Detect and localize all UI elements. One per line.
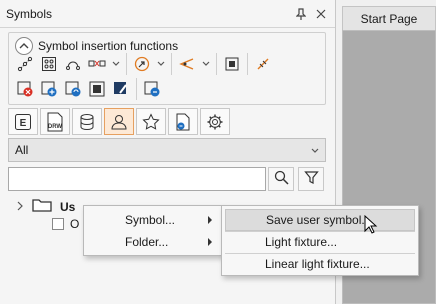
symbol-submenu: Save user symbol... Light fixture... Lin… [221,205,419,276]
pin-icon[interactable] [293,6,309,22]
tree-node-user[interactable]: Us [16,198,75,215]
tab-e[interactable]: E [8,108,38,135]
svg-text:E: E [20,118,27,129]
filter-funnel-icon [303,170,319,188]
add-symbol-icon[interactable] [38,78,60,100]
chevron-right-icon[interactable] [16,200,24,214]
angle-flag-icon[interactable] [176,53,198,75]
link-symbol-icon[interactable] [141,78,163,100]
chevron-down-icon[interactable] [200,53,212,75]
menu-item-label: Symbol... [125,213,176,227]
start-page-tab-label: Start Page [360,11,418,26]
insertion-toolbar-row-2 [14,78,163,100]
filter-button[interactable] [298,167,324,191]
connect-points-icon[interactable] [14,53,36,75]
menu-item-label: Save user symbol... [266,213,372,227]
panel-title: Symbols [6,6,53,21]
panel-titlebar: Symbols [0,0,335,28]
delete-symbol-icon[interactable] [14,78,36,100]
grid-points-icon[interactable] [38,53,60,75]
search-icon [274,170,289,188]
tab-user[interactable] [104,108,134,135]
svg-text:DRW: DRW [48,124,63,130]
arc-points-icon[interactable] [62,53,84,75]
submenu-arrow-icon [207,235,213,249]
measure-tool-icon[interactable] [252,53,274,75]
menu-item-label: Folder... [125,235,169,249]
menu-item-save-user-symbol[interactable]: Save user symbol... [225,209,415,231]
close-icon[interactable] [313,6,329,22]
symbol-category-tabs: E DRW [8,108,230,135]
menu-item-symbol[interactable]: Symbol... [87,209,219,231]
menu-item-label: Light fixture... [265,235,338,249]
tab-settings[interactable] [200,108,230,135]
symbol-search-input[interactable] [8,167,266,191]
tab-database[interactable] [72,108,102,135]
group-symbol-icon[interactable] [86,78,108,100]
insertion-toolbar-row-1 [14,53,274,75]
tree-node-label: Us [60,199,76,214]
mouse-cursor-icon [364,214,378,238]
replace-symbol-icon[interactable] [62,78,84,100]
search-button[interactable] [268,167,294,191]
edit-symbol-icon[interactable] [110,78,132,100]
chevron-down-icon[interactable] [155,53,167,75]
menu-item-linear-light-fixture[interactable]: Linear light fixture... [225,253,415,275]
tab-start-page[interactable]: Start Page [342,6,436,30]
tree-child-checkbox[interactable] [52,218,64,230]
symbol-frame-icon[interactable] [221,53,243,75]
chevron-down-icon[interactable] [110,53,122,75]
group-label: Symbol insertion functions [38,39,179,53]
tab-favorites[interactable] [136,108,166,135]
menu-item-label: Linear light fixture... [265,257,370,271]
menu-item-folder[interactable]: Folder... [87,231,219,253]
category-filter-value: All [15,143,29,157]
category-filter-select[interactable]: All [8,138,326,162]
menu-item-light-fixture[interactable]: Light fixture... [225,231,415,253]
tree-child-item[interactable]: O [52,217,79,231]
tree-child-label: O [70,217,80,231]
tab-drw[interactable]: DRW [40,108,70,135]
context-menu: Symbol... Folder... [83,205,223,256]
submenu-arrow-icon [207,213,213,227]
line-symbols-icon[interactable] [86,53,108,75]
folder-icon [32,198,52,215]
tab-document[interactable] [168,108,198,135]
chevron-down-icon [311,143,319,157]
rotate-arrow-icon[interactable] [131,53,153,75]
